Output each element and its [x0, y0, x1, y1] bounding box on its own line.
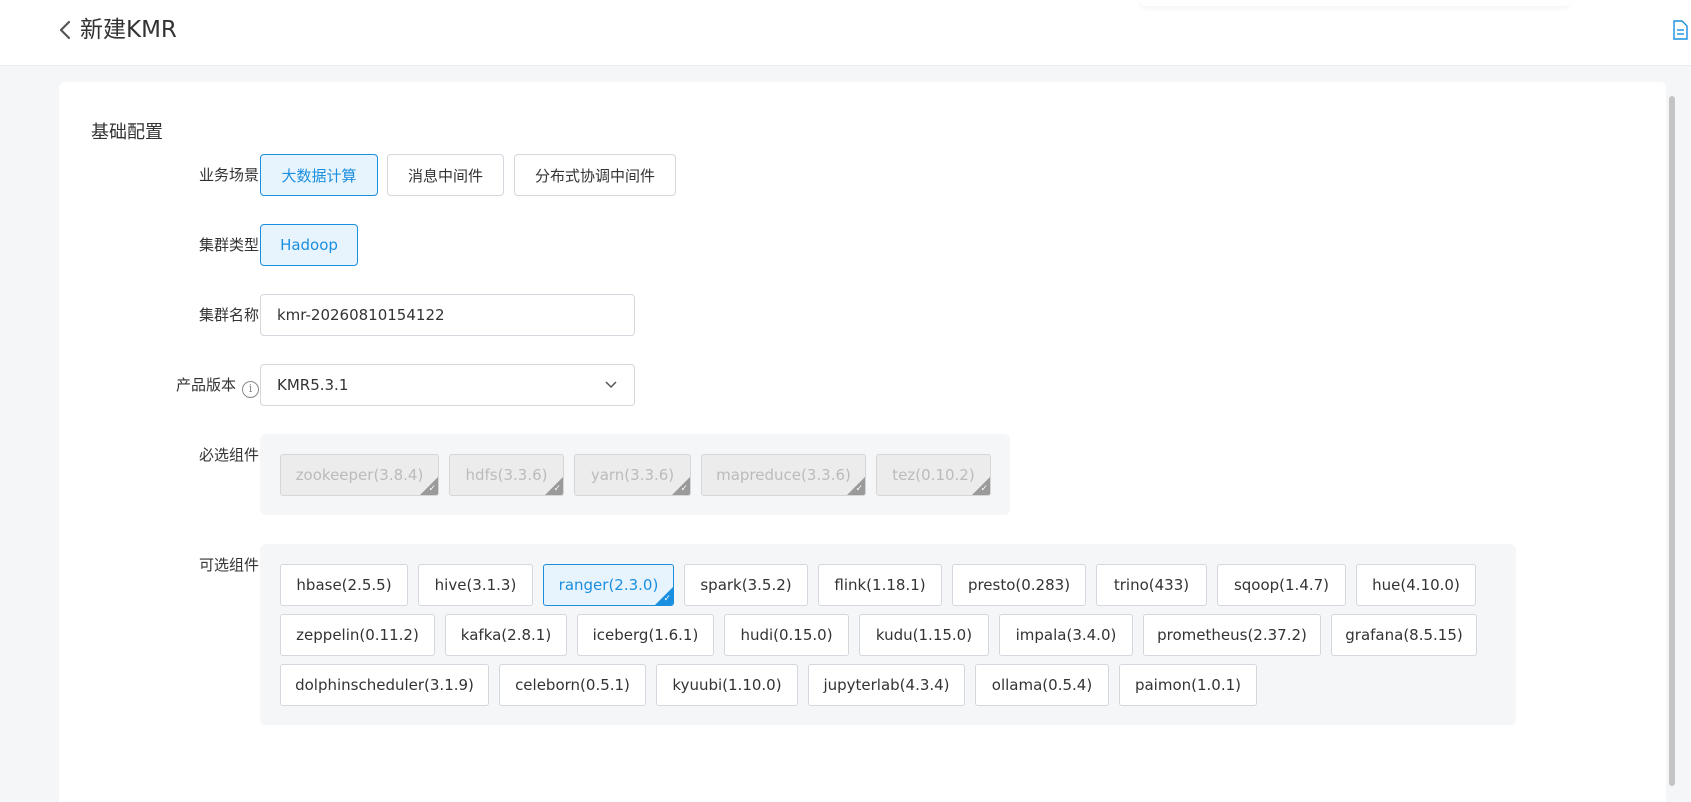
vertical-scrollbar[interactable] [1667, 82, 1677, 802]
optional-component[interactable]: kafka(2.8.1) [445, 614, 567, 656]
document-icon[interactable] [1672, 20, 1688, 40]
optional-component[interactable]: trino(433) [1096, 564, 1207, 606]
required-component: yarn(3.3.6) ✓ [574, 454, 691, 496]
page-title: 新建KMR [80, 17, 177, 43]
optional-component[interactable]: prometheus(2.37.2) [1143, 614, 1321, 656]
scrollbar-thumb[interactable] [1669, 96, 1675, 786]
required-components-panel: zookeeper(3.8.4) ✓ hdfs(3.3.6) ✓ yarn(3.3.… [260, 434, 1010, 515]
required-component: zookeeper(3.8.4) ✓ [280, 454, 439, 496]
required-component: mapreduce(3.3.6) ✓ [701, 454, 866, 496]
optional-component[interactable]: grafana(8.5.15) [1331, 614, 1477, 656]
optional-component[interactable]: celeborn(0.5.1) [499, 664, 646, 706]
optional-component[interactable]: flink(1.18.1) [818, 564, 942, 606]
scenario-option-messaging[interactable]: 消息中间件 [387, 154, 504, 196]
optional-component[interactable]: hudi(0.15.0) [724, 614, 849, 656]
config-card: 基础配置 业务场景 大数据计算 消息中间件 分布式协调中间件 集群类型 Hado… [59, 82, 1666, 802]
cluster-name-label: 集群名称 [198, 306, 259, 324]
optional-component[interactable]: kyuubi(1.10.0) [656, 664, 798, 706]
optional-component[interactable]: zeppelin(0.11.2) [280, 614, 435, 656]
optional-component-selected[interactable]: ranger(2.3.0) ✓ [543, 564, 674, 606]
product-version-label: 产品版本 i [59, 375, 259, 398]
optional-component[interactable]: paimon(1.0.1) [1119, 664, 1257, 706]
optional-component[interactable]: dolphinscheduler(3.1.9) [280, 664, 489, 706]
scenario-label: 业务场景 [198, 166, 259, 184]
back-icon[interactable] [56, 16, 76, 44]
required-component: tez(0.10.2) ✓ [876, 454, 991, 496]
optional-component[interactable]: presto(0.283) [952, 564, 1086, 606]
optional-component[interactable]: iceberg(1.6.1) [577, 614, 714, 656]
optional-component[interactable]: hive(3.1.3) [418, 564, 533, 606]
optional-component[interactable]: spark(3.5.2) [684, 564, 808, 606]
top-bar: 新建KMR [0, 0, 1691, 66]
cluster-name-input[interactable]: kmr-20260810154122 [260, 294, 635, 336]
info-icon[interactable]: i [242, 381, 259, 398]
optional-component[interactable]: jupyterlab(4.3.4) [808, 664, 965, 706]
cluster-type-label: 集群类型 [198, 236, 259, 254]
optional-component[interactable]: impala(3.4.0) [999, 614, 1133, 656]
optional-component[interactable]: hue(4.10.0) [1356, 564, 1476, 606]
optional-components-panel: hbase(2.5.5) hive(3.1.3) ranger(2.3.0) ✓ … [260, 544, 1516, 725]
optional-component[interactable]: hbase(2.5.5) [280, 564, 408, 606]
required-component: hdfs(3.3.6) ✓ [449, 454, 564, 496]
product-version-select[interactable]: KMR5.3.1 [260, 364, 635, 406]
chevron-down-icon [605, 381, 617, 389]
scenario-option-bigdata[interactable]: 大数据计算 [260, 154, 378, 196]
optional-component[interactable]: ollama(0.5.4) [975, 664, 1109, 706]
optional-components-label: 可选组件 [198, 556, 259, 574]
optional-component[interactable]: kudu(1.15.0) [859, 614, 989, 656]
section-title: 基础配置 [91, 122, 163, 143]
optional-component[interactable]: sqoop(1.4.7) [1217, 564, 1346, 606]
cluster-type-option-hadoop[interactable]: Hadoop [260, 224, 358, 266]
top-popover-edge [1140, 0, 1570, 6]
required-components-label: 必选组件 [198, 446, 259, 464]
scenario-option-coordination[interactable]: 分布式协调中间件 [514, 154, 676, 196]
